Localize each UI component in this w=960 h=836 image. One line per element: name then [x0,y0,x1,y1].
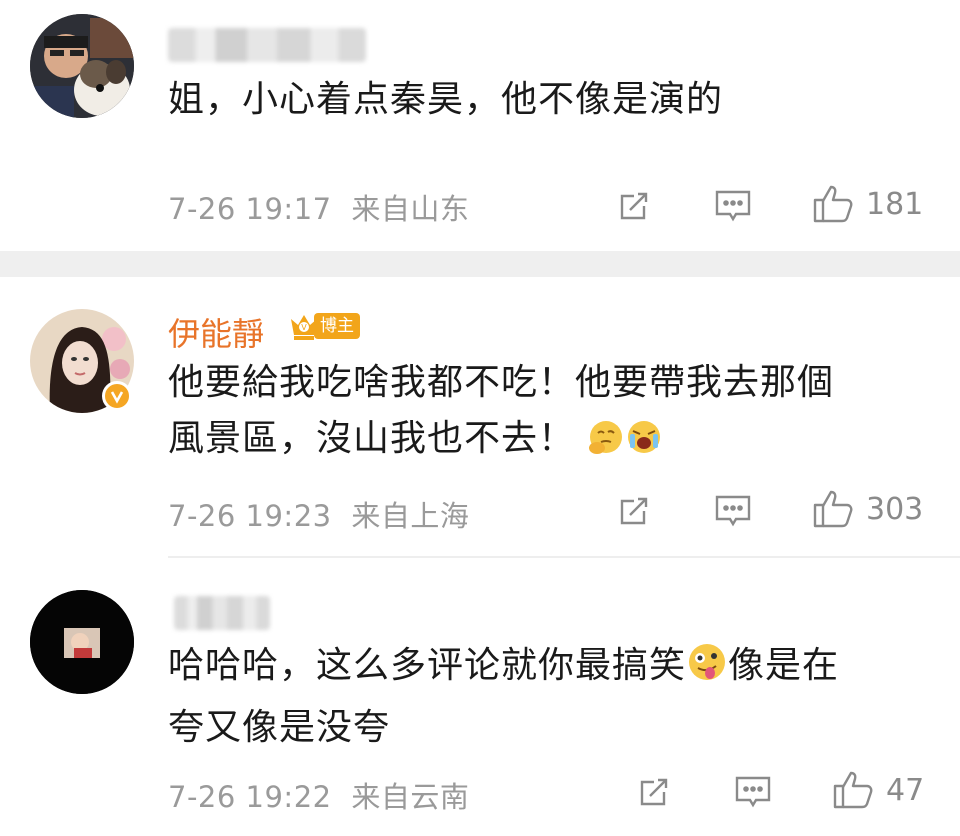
like-count: 303 [866,491,924,527]
reply-button[interactable] [734,774,772,810]
emoji-crying [625,417,663,473]
like-count: 181 [866,186,924,222]
timestamp: 7-26 19:23 [168,499,332,533]
comment-line-with-emoji: 風景區，沒山我也不去！ [168,411,834,473]
comment-line: 夸又像是没夸 [168,707,391,748]
share-icon [620,192,648,220]
verified-icon [102,381,132,411]
username[interactable]: 伊能靜 [168,309,264,355]
comment-meta: 7-26 19:17 来自山东 [168,186,469,228]
timestamp: 7-26 19:22 [168,780,332,814]
comment-line-with-emoji: 哈哈哈，这么多评论就你最搞笑 像是在 [168,638,839,700]
reply-icon [715,190,751,222]
comment-meta: 7-26 19:22 来自云南 [168,774,469,816]
comment-line: 風景區，沒山我也不去！ [168,418,576,459]
avatar[interactable] [30,14,134,118]
like-button[interactable]: 47 [832,770,924,810]
svg-text:V: V [301,323,307,332]
comment-meta: 7-26 19:23 来自上海 [168,493,469,535]
emoji-tongue [686,641,728,700]
share-icon [640,778,668,806]
avatar-photo [30,590,134,694]
comment-text: 他要給我吃啥我都不吃！他要帶我去那個 風景區，沒山我也不去！ [168,355,834,473]
like-icon [833,771,873,809]
location: 来自云南 [351,780,470,814]
avatar[interactable] [30,590,134,694]
section-divider [0,251,960,277]
comment-1: 姐，小心着点秦昊，他不像是演的 7-26 19:17 来自山东 181 [0,0,960,251]
like-icon [813,490,853,528]
avatar-photo [30,14,134,118]
comment-3: 哈哈哈，这么多评论就你最搞笑 像是在 夸又像是没夸 7-26 19:22 来自云南… [0,558,960,836]
share-button[interactable] [636,774,672,810]
location: 来自上海 [351,499,470,533]
comment-line: 姐，小心着点秦昊，他不像是演的 [168,79,724,120]
location: 来自山东 [351,192,470,226]
reply-icon [735,776,771,808]
blogger-badge: V 博主 [288,311,360,341]
like-button[interactable]: 181 [812,184,923,224]
like-count: 47 [886,772,925,808]
like-button[interactable]: 303 [812,489,923,529]
share-button[interactable] [616,188,652,224]
blurred-username[interactable] [168,28,366,62]
share-icon [620,497,648,525]
comment-line: 哈哈哈，这么多评论就你最搞笑 [168,645,687,686]
badge-label: 博主 [314,313,360,339]
blurred-username[interactable] [174,596,270,630]
emoji-thinking [587,417,625,473]
comment-text: 姐，小心着点秦昊，他不像是演的 [168,72,723,128]
comment-line-tail: 像是在 [728,645,840,686]
share-button[interactable] [616,493,652,529]
reply-icon [715,495,751,527]
reply-button[interactable] [714,493,752,529]
comment-2: 伊能靜 V 博主 他要給我吃啥我都不吃！他要帶我去那個 風景區，沒山我也不去！ … [0,277,960,557]
timestamp: 7-26 19:17 [168,192,332,226]
like-icon [813,185,853,223]
comment-line: 他要給我吃啥我都不吃！他要帶我去那個 [168,362,835,403]
comment-text: 哈哈哈，这么多评论就你最搞笑 像是在 夸又像是没夸 [168,638,839,756]
reply-button[interactable] [714,188,752,224]
